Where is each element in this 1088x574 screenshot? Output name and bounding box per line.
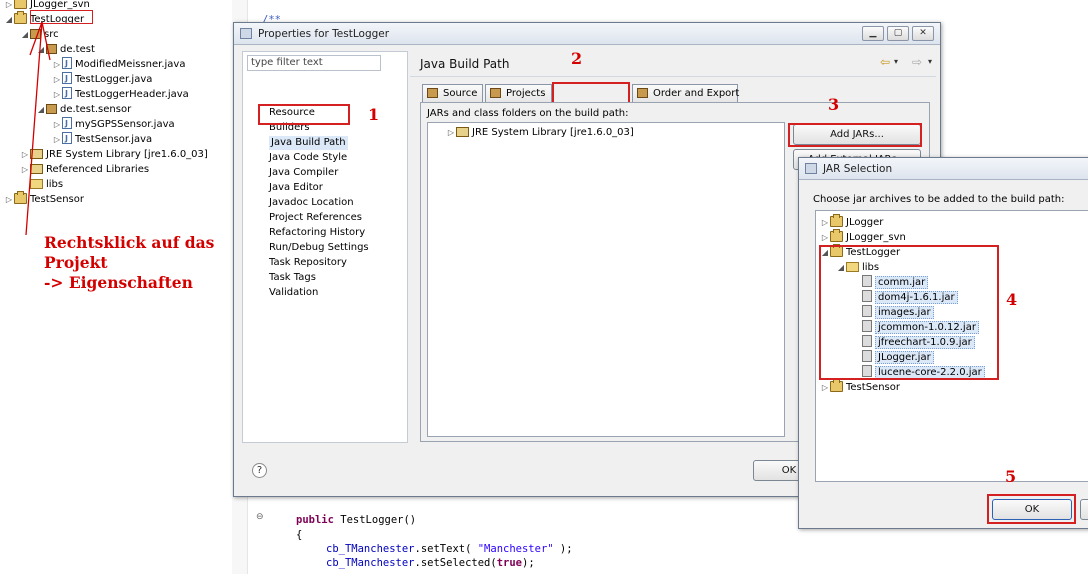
category-item[interactable]: Run/Debug Settings	[269, 241, 369, 255]
step-1-label: 1	[368, 105, 380, 124]
project-icon	[830, 214, 843, 227]
close-button[interactable]: ✕	[912, 26, 934, 41]
project-icon	[830, 379, 843, 392]
source-icon	[427, 88, 438, 98]
back-arrow-icon[interactable]: ⇦	[880, 55, 890, 69]
forward-menu-icon[interactable]: ▾	[928, 57, 932, 66]
jar-selection-title: JAR Selection	[823, 163, 893, 175]
page-header: Java Build Path ⇦ ▾ ⇨ ▾	[410, 51, 936, 77]
annotation-box-jars	[819, 245, 999, 380]
jar-tree-item-label: JLogger	[846, 217, 884, 228]
category-item[interactable]: Java Code Style	[269, 151, 347, 165]
filter-input[interactable]: type filter text	[247, 55, 381, 71]
category-item[interactable]: Java Editor	[269, 181, 323, 195]
build-path-list[interactable]: ▷ JRE System Library [jre1.6.0_03]	[427, 122, 785, 437]
step-4-label: 4	[1006, 290, 1018, 309]
expand-icon[interactable]: ▷	[820, 380, 830, 395]
expand-icon[interactable]: ▷	[820, 215, 830, 230]
jar-prompt: Choose jar archives to be added to the b…	[813, 194, 1065, 205]
category-item[interactable]: Validation	[269, 286, 318, 300]
annotation-line-2: Projekt	[44, 253, 108, 272]
properties-titlebar[interactable]: Properties for TestLogger ▁ ▢ ✕	[234, 23, 940, 45]
code-line-settext: cb_TManchester.setText( "Manchester" );	[326, 543, 573, 555]
step-3-label: 3	[828, 95, 840, 114]
annotation-arrow	[25, 21, 51, 236]
fold-icon[interactable]: ⊖	[256, 512, 264, 522]
properties-title: Properties for TestLogger	[258, 28, 390, 40]
project-icon	[830, 229, 843, 242]
maximize-button[interactable]: ▢	[887, 26, 909, 41]
back-menu-icon[interactable]: ▾	[894, 57, 898, 66]
jar-tree-item-row[interactable]: ▷ JLogger_svn	[820, 229, 906, 245]
category-item[interactable]: Java Build Path	[269, 136, 348, 150]
window-icon	[805, 163, 817, 174]
minimize-button[interactable]: ▁	[862, 26, 884, 41]
library-icon	[456, 127, 469, 137]
step-5-label: 5	[1005, 467, 1017, 486]
category-item[interactable]: Java Compiler	[269, 166, 338, 180]
annotation-text: Rechtsklick auf das Projekt -> Eigenscha…	[44, 233, 214, 293]
jar-tree-item-label: TestSensor	[846, 382, 900, 393]
expand-icon[interactable]: ▷	[446, 125, 456, 140]
projects-icon	[490, 88, 501, 98]
step-2-label: 2	[571, 49, 583, 68]
jre-library-entry[interactable]: ▷ JRE System Library [jre1.6.0_03]	[446, 125, 634, 140]
tab-projects[interactable]: Projects	[485, 84, 552, 102]
category-item[interactable]: Project References	[269, 211, 362, 225]
tab-order-and-export[interactable]: Order and Export	[632, 84, 740, 102]
jar-tree-item-row[interactable]: ▷ JLogger	[820, 214, 884, 230]
page-title: Java Build Path	[420, 57, 510, 71]
jar-selection-dialog: JAR Selection Choose jar archives to be …	[798, 157, 1088, 529]
jar-tree-item-label: JLogger_svn	[846, 232, 906, 243]
jar-cancel-button[interactable]	[1080, 499, 1088, 520]
jar-tree-item-row[interactable]: ▷ TestSensor	[820, 379, 900, 395]
annotation-line-3: -> Eigenschaften	[44, 273, 193, 292]
code-line-constructor: public TestLogger()	[296, 514, 417, 526]
tab-label: Source	[443, 88, 478, 99]
category-item[interactable]: Task Repository	[269, 256, 347, 270]
tab-label: Projects	[506, 88, 546, 99]
category-item[interactable]: Task Tags	[269, 271, 316, 285]
annotation-box-ok	[987, 494, 1076, 524]
code-line-brace: {	[296, 529, 303, 541]
tab-label: Order and Export	[653, 88, 740, 99]
order-export-icon	[637, 88, 648, 98]
code-line-setselected: cb_TManchester.setSelected(true);	[326, 557, 535, 569]
tab-source[interactable]: Source	[422, 84, 483, 102]
window-icon	[240, 28, 252, 39]
jars-label: JARs and class folders on the build path…	[427, 108, 629, 119]
expand-icon[interactable]: ▷	[820, 230, 830, 245]
category-item[interactable]: Javadoc Location	[269, 196, 354, 210]
category-item[interactable]: Refactoring History	[269, 226, 365, 240]
annotation-line-1: Rechtsklick auf das	[44, 233, 215, 252]
jar-selection-titlebar[interactable]: JAR Selection	[799, 158, 1088, 180]
annotation-box-add-jars	[788, 123, 922, 147]
forward-arrow-icon[interactable]: ⇨	[912, 55, 922, 69]
annotation-box-java-build-path	[258, 104, 350, 125]
help-button[interactable]: ?	[252, 463, 267, 478]
